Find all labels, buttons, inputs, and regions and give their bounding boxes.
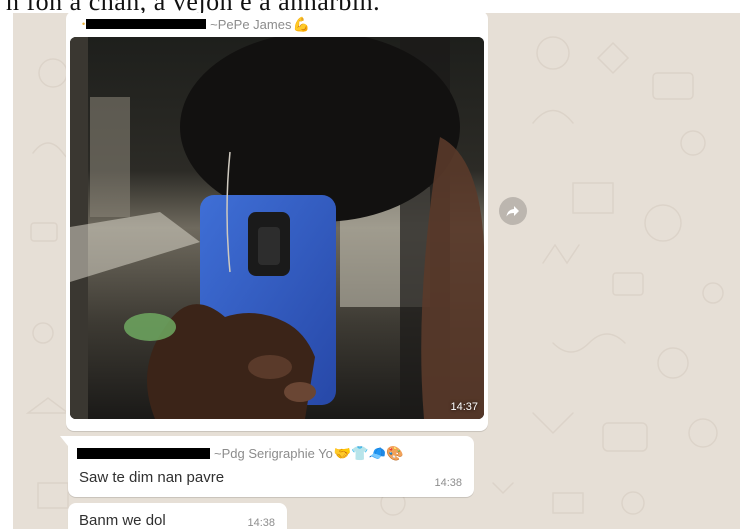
sender-emojis: 🤝👕🧢🎨	[333, 444, 404, 461]
redacted-sender-number	[86, 19, 207, 29]
sender-emoji: 💪	[292, 15, 310, 32]
message-text: Saw te dim nan pavre	[79, 469, 225, 486]
message-photo[interactable]: 14:37	[70, 37, 484, 419]
message-time: 14:38	[247, 517, 275, 529]
photo-image	[70, 37, 484, 419]
redacted-sender-number	[77, 447, 210, 459]
message-text: Banm we dol	[79, 512, 166, 529]
chat-area[interactable]: • ~PePe James 💪 14:37 ~Pdg Serigraphie Y…	[13, 13, 740, 529]
message-time: 14:37	[450, 401, 478, 413]
message-time: 14:38	[434, 477, 462, 489]
sender-pushname: ~Pdg Serigraphie Yo	[214, 445, 333, 461]
sender-marker: •	[82, 19, 86, 29]
text-message-bubble[interactable]: Banm we dol 14:38	[68, 503, 287, 529]
bubble-tail	[60, 436, 68, 446]
sender-pushname: ~PePe James	[210, 16, 292, 32]
forward-button[interactable]	[499, 197, 527, 225]
image-message-bubble[interactable]: • ~PePe James 💪 14:37	[66, 13, 488, 431]
text-message-bubble[interactable]: ~Pdg Serigraphie Yo 🤝👕🧢🎨 Saw te dim nan …	[60, 436, 474, 497]
sender-row: ~Pdg Serigraphie Yo 🤝👕🧢🎨	[77, 444, 404, 462]
sender-row: • ~PePe James 💪	[82, 15, 310, 33]
forward-arrow-icon	[506, 206, 519, 217]
